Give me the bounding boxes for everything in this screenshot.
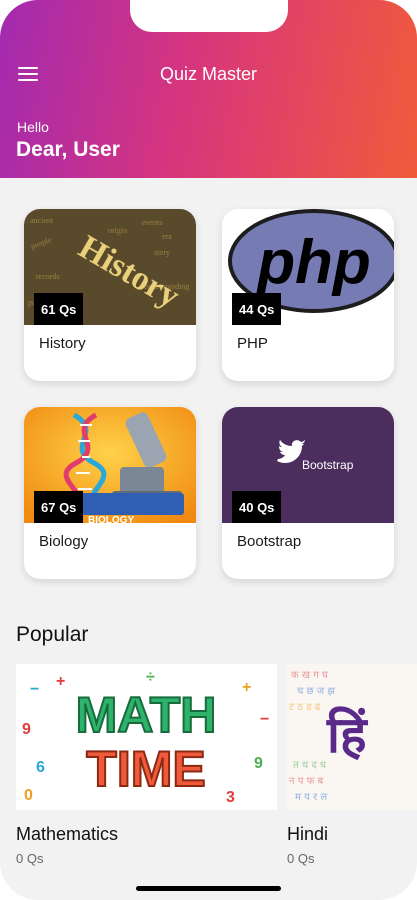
svg-text:era: era xyxy=(162,232,172,241)
time-word: TIME xyxy=(86,741,205,797)
category-card-php[interactable]: php 44 Qs PHP xyxy=(222,209,394,381)
svg-text:+: + xyxy=(56,673,65,690)
bootstrap-logo-text: Bootstrap xyxy=(302,458,354,472)
popular-item-mathematics[interactable]: − + + 9 − 6 9 0 3 ÷ MATH TIME Mathematic… xyxy=(16,664,277,866)
svg-text:न प फ ब: न प फ ब xyxy=(289,776,323,787)
svg-text:म य र ल: म य र ल xyxy=(295,792,327,803)
biology-book-text: BIOLOGY xyxy=(88,515,134,523)
category-card-bootstrap[interactable]: Bootstrap 40 Qs Bootstrap xyxy=(222,407,394,579)
category-label: History xyxy=(39,335,86,352)
hindi-word-art: हिं xyxy=(326,706,369,764)
history-image: ancient events people story records unders… xyxy=(24,209,196,325)
home-indicator[interactable] xyxy=(136,886,281,891)
svg-text:story: story xyxy=(154,248,170,257)
popular-item-count: 0 Qs xyxy=(287,851,315,866)
category-label: PHP xyxy=(237,335,268,352)
svg-text:त थ द ध: त थ द ध xyxy=(293,760,327,771)
app-screen: Quiz Master Hello Dear, User ancient even… xyxy=(0,0,417,900)
user-name: Dear, User xyxy=(16,138,120,161)
biology-image: BIOLOGY 67 Qs xyxy=(24,407,196,523)
popular-item-name: Hindi xyxy=(287,824,329,844)
question-count-badge: 61 Qs xyxy=(34,293,84,325)
svg-text:+: + xyxy=(242,679,251,696)
svg-text:events: events xyxy=(142,218,162,227)
svg-text:−: − xyxy=(260,711,269,728)
svg-text:÷: ÷ xyxy=(146,669,155,686)
math-time-image: − + + 9 − 6 9 0 3 ÷ MATH TIME xyxy=(16,664,277,810)
bootstrap-image: Bootstrap 40 Qs xyxy=(222,407,394,523)
math-word: MATH xyxy=(76,687,217,743)
svg-text:ancient: ancient xyxy=(30,216,54,225)
category-label: Bootstrap xyxy=(237,533,302,550)
category-card-biology[interactable]: BIOLOGY 67 Qs Biology xyxy=(24,407,196,579)
svg-text:9: 9 xyxy=(254,755,263,772)
php-logo-text: php xyxy=(255,228,371,297)
hindi-image: क ख ग घ च छ ज झ ट ठ ड ढ त थ द ध न प फ ब … xyxy=(287,664,417,810)
svg-text:3: 3 xyxy=(226,789,235,806)
php-logo-image: php 44 Qs xyxy=(222,209,394,325)
greeting-text: Hello xyxy=(17,119,49,135)
svg-text:records: records xyxy=(36,272,60,281)
svg-text:च छ ज झ: च छ ज झ xyxy=(297,686,335,697)
question-count-badge: 44 Qs xyxy=(232,293,282,325)
svg-text:origin: origin xyxy=(108,226,127,235)
svg-text:0: 0 xyxy=(24,787,33,804)
question-count-badge: 40 Qs xyxy=(232,491,282,523)
popular-section-title: Popular xyxy=(16,623,89,646)
category-label: Biology xyxy=(39,533,89,550)
app-title: Quiz Master xyxy=(159,64,258,84)
svg-text:क ख ग घ: क ख ग घ xyxy=(291,670,329,681)
svg-text:6: 6 xyxy=(36,759,45,776)
popular-item-name: Mathematics xyxy=(16,824,119,844)
category-card-history[interactable]: ancient events people story records unders… xyxy=(24,209,196,381)
svg-text:ट ठ ड ढ: ट ठ ड ढ xyxy=(289,702,321,713)
question-count-badge: 67 Qs xyxy=(34,491,84,523)
svg-text:−: − xyxy=(30,681,39,698)
svg-text:9: 9 xyxy=(22,721,31,738)
device-notch xyxy=(130,0,288,32)
popular-item-count: 0 Qs xyxy=(16,851,44,866)
popular-item-hindi[interactable]: क ख ग घ च छ ज झ ट ठ ड ढ त थ द ध न प फ ब … xyxy=(287,664,417,866)
